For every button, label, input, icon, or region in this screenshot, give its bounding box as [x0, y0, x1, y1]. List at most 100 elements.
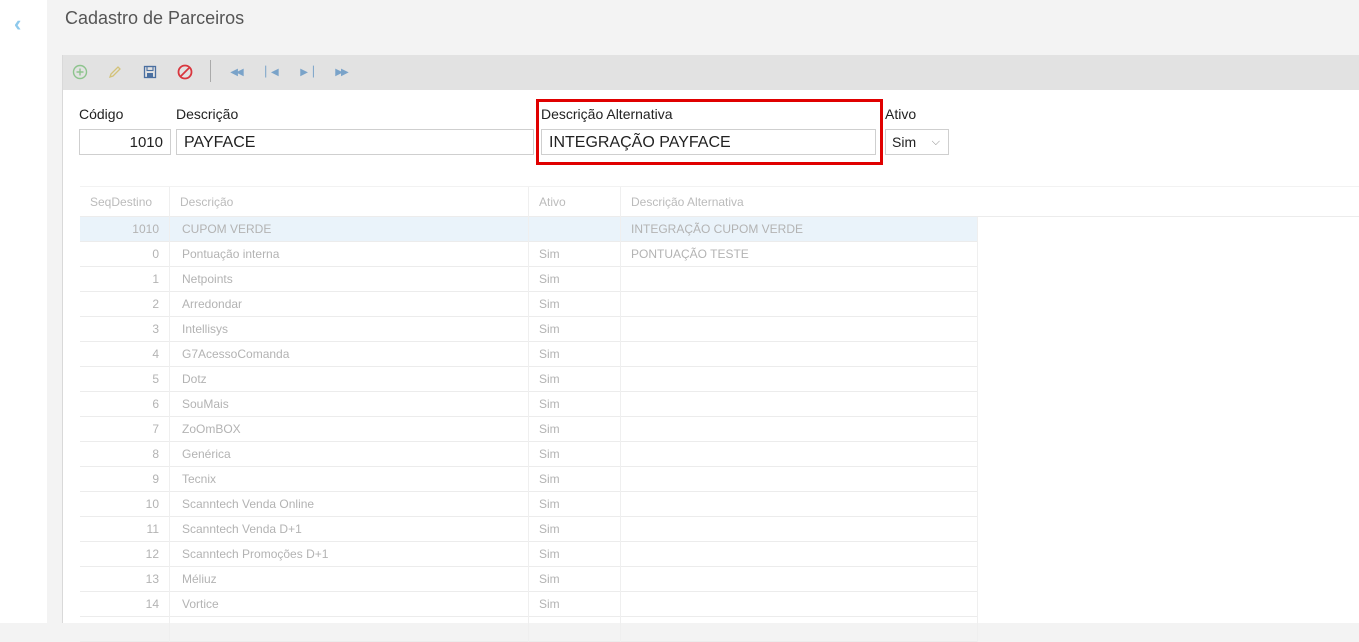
cell-desc-alt: INTEGRAÇÃO CUPOM VERDE — [621, 217, 978, 242]
edit-pencil-icon[interactable] — [106, 63, 124, 81]
desc-alt-label: Descrição Alternativa — [541, 106, 673, 122]
cell-desc-alt — [621, 592, 978, 617]
toolbar-separator — [210, 60, 211, 82]
chevron-left-icon[interactable]: ‹ — [14, 13, 30, 35]
codigo-label: Código — [79, 106, 124, 122]
grid-header: SeqDestino Descrição Ativo Descrição Alt… — [80, 186, 1359, 218]
cell-seq: 2 — [80, 292, 170, 317]
cell-descricao: Méliuz — [170, 567, 529, 592]
ativo-select[interactable]: Sim ⌵ — [885, 129, 949, 155]
cell-descricao — [170, 617, 529, 642]
cell-desc-alt — [621, 617, 978, 642]
cell-ativo: Sim — [529, 492, 621, 517]
cell-seq: 1010 — [80, 217, 170, 242]
cell-desc-alt — [621, 492, 978, 517]
form-panel: ◀◀ ▏◀ ▶▕ ▶▶ Código 1010 Descrição PAYFAC… — [62, 55, 1359, 642]
table-row[interactable]: 0 Pontuação interna Sim PONTUAÇÃO TESTE — [80, 242, 978, 267]
chevron-down-icon: ⌵ — [931, 136, 940, 148]
cell-seq: 0 — [80, 242, 170, 267]
previous-record-icon[interactable]: ▏◀ — [262, 63, 280, 81]
cell-desc-alt — [621, 317, 978, 342]
table-row[interactable]: 8 Genérica Sim — [80, 442, 978, 467]
grid-body: 1010 CUPOM VERDE INTEGRAÇÃO CUPOM VERDE 0 Po… — [80, 217, 978, 642]
cell-desc-alt — [621, 392, 978, 417]
table-row[interactable]: 5 Dotz Sim — [80, 367, 978, 392]
toolbar: ◀◀ ▏◀ ▶▕ ▶▶ — [63, 55, 1359, 90]
ativo-selected-value: Sim — [892, 134, 917, 150]
cell-desc-alt — [621, 417, 978, 442]
cell-descricao: Tecnix — [170, 467, 529, 492]
cell-seq: 10 — [80, 492, 170, 517]
cell-descricao: Scanntech Venda Online — [170, 492, 529, 517]
first-record-icon[interactable]: ◀◀ — [227, 63, 245, 81]
cell-ativo: Sim — [529, 517, 621, 542]
table-row[interactable]: 11 Scanntech Venda D+1 Sim — [80, 517, 978, 542]
table-row[interactable]: 1 Netpoints Sim — [80, 267, 978, 292]
cell-desc-alt — [621, 567, 978, 592]
cell-seq: 1 — [80, 267, 170, 292]
cell-desc-alt — [621, 292, 978, 317]
header-seqdestino[interactable]: SeqDestino — [80, 187, 170, 218]
left-rail: ‹ — [0, 0, 47, 623]
codigo-field[interactable]: 1010 — [79, 129, 171, 155]
cell-descricao: Netpoints — [170, 267, 529, 292]
table-row[interactable]: 1010 CUPOM VERDE INTEGRAÇÃO CUPOM VERDE — [80, 217, 978, 242]
cell-seq: 9 — [80, 467, 170, 492]
cell-desc-alt — [621, 342, 978, 367]
ativo-label: Ativo — [885, 106, 917, 122]
table-row[interactable] — [80, 617, 978, 642]
cell-ativo: Sim — [529, 417, 621, 442]
cell-ativo: Sim — [529, 567, 621, 592]
cell-ativo — [529, 617, 621, 642]
cell-desc-alt — [621, 542, 978, 567]
desc-alt-field[interactable]: INTEGRAÇÃO PAYFACE — [541, 129, 876, 155]
cell-ativo — [529, 217, 621, 242]
cell-ativo: Sim — [529, 317, 621, 342]
cell-descricao: CUPOM VERDE — [170, 217, 529, 242]
header-ativo[interactable]: Ativo — [529, 187, 621, 218]
cell-ativo: Sim — [529, 267, 621, 292]
cell-descricao: Arredondar — [170, 292, 529, 317]
add-icon[interactable] — [71, 63, 89, 81]
table-row[interactable]: 7 ZoOmBOX Sim — [80, 417, 978, 442]
cell-descricao: Dotz — [170, 367, 529, 392]
cell-ativo: Sim — [529, 242, 621, 267]
cell-seq: 12 — [80, 542, 170, 567]
table-row[interactable]: 4 G7AcessoComanda Sim — [80, 342, 978, 367]
cell-seq: 13 — [80, 567, 170, 592]
cell-desc-alt: PONTUAÇÃO TESTE — [621, 242, 978, 267]
table-row[interactable]: 3 Intellisys Sim — [80, 317, 978, 342]
table-row[interactable]: 6 SouMais Sim — [80, 392, 978, 417]
cell-descricao: Intellisys — [170, 317, 529, 342]
cell-seq: 6 — [80, 392, 170, 417]
header-desc-alt[interactable]: Descrição Alternativa — [621, 187, 978, 218]
header-descricao[interactable]: Descrição — [170, 187, 529, 218]
cell-ativo: Sim — [529, 542, 621, 567]
cell-seq: 5 — [80, 367, 170, 392]
cell-seq: 7 — [80, 417, 170, 442]
cell-desc-alt — [621, 517, 978, 542]
table-row[interactable]: 12 Scanntech Promoções D+1 Sim — [80, 542, 978, 567]
cell-ativo: Sim — [529, 367, 621, 392]
cell-descricao: G7AcessoComanda — [170, 342, 529, 367]
table-row[interactable]: 10 Scanntech Venda Online Sim — [80, 492, 978, 517]
cell-desc-alt — [621, 367, 978, 392]
cell-descricao: Scanntech Promoções D+1 — [170, 542, 529, 567]
table-row[interactable]: 9 Tecnix Sim — [80, 467, 978, 492]
cell-descricao: Genérica — [170, 442, 529, 467]
cancel-icon[interactable] — [176, 63, 194, 81]
cell-desc-alt — [621, 442, 978, 467]
cell-ativo: Sim — [529, 592, 621, 617]
cell-ativo: Sim — [529, 467, 621, 492]
cell-ativo: Sim — [529, 392, 621, 417]
save-icon[interactable] — [141, 63, 159, 81]
next-record-icon[interactable]: ▶▕ — [297, 63, 315, 81]
table-row[interactable]: 14 Vortice Sim — [80, 592, 978, 617]
cell-seq: 3 — [80, 317, 170, 342]
cell-desc-alt — [621, 467, 978, 492]
table-row[interactable]: 13 Méliuz Sim — [80, 567, 978, 592]
last-record-icon[interactable]: ▶▶ — [332, 63, 350, 81]
descricao-field[interactable]: PAYFACE — [176, 129, 534, 155]
cell-ativo: Sim — [529, 342, 621, 367]
table-row[interactable]: 2 Arredondar Sim — [80, 292, 978, 317]
